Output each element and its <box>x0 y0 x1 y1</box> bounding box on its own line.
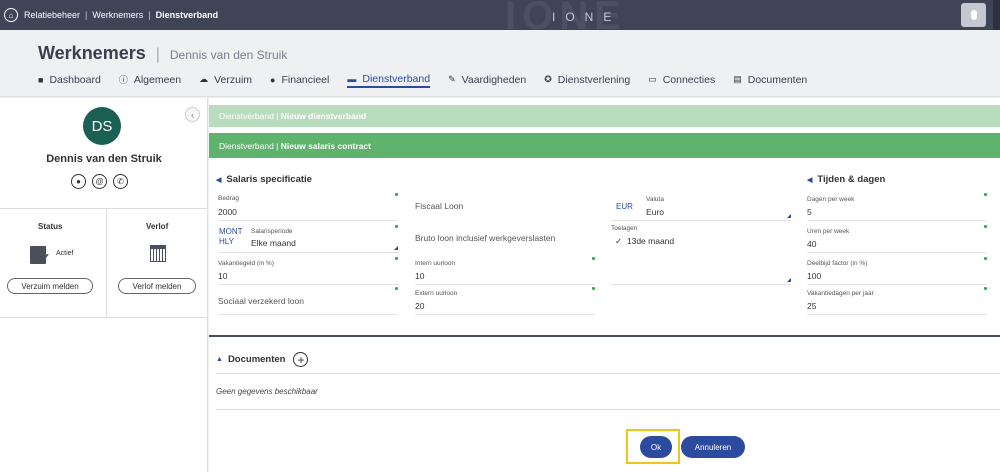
required-indicator <box>984 225 987 228</box>
tab-financieel[interactable]: ● Financieel <box>270 71 329 88</box>
tab-algemeen[interactable]: ⓘ Algemeen <box>119 71 181 88</box>
collapse-arrow-icon: ◀ <box>807 177 813 184</box>
fiscal-wage-field[interactable]: Fiscaal Loon <box>415 193 595 221</box>
salary-period-field[interactable]: MONT HLY Salarisperiode Elke maand <box>218 225 398 253</box>
tab-connecties[interactable]: ▭ Connecties <box>648 71 715 88</box>
vacation-days-field[interactable]: Vakantiedagen per jaar 25 <box>807 287 987 315</box>
empty-state-text: Geen gegevens beschikbaar <box>216 387 318 396</box>
breadcrumb-separator: | <box>85 10 88 20</box>
page-title: Werknemers <box>38 43 146 63</box>
divider <box>106 209 107 317</box>
add-document-icon[interactable]: + <box>293 352 309 367</box>
status-document-icon <box>30 246 51 267</box>
documents-icon: ▤ <box>733 74 742 84</box>
external-hourly-wage-field[interactable]: Extern uurloon 20 <box>415 287 595 315</box>
microphone-button[interactable] <box>961 3 986 27</box>
divider <box>216 373 1000 374</box>
check-icon: ✓ <box>615 236 623 246</box>
dropdown-indicator-icon <box>787 214 791 218</box>
documents-section-title[interactable]: ▲ Documenten + <box>216 352 309 367</box>
divider <box>0 208 208 209</box>
breadcrumb-separator: | <box>148 10 151 20</box>
briefcase-icon: ▬ <box>347 73 357 84</box>
allowance-item[interactable]: ✓ 13de maand <box>615 236 674 247</box>
required-indicator <box>395 257 398 260</box>
required-indicator <box>395 225 398 228</box>
internal-hourly-wage-field[interactable]: Intern uurloon 10 <box>415 257 595 285</box>
section-bar-salary-contract[interactable]: Dienstverband | Nieuw salaris contract <box>209 133 1000 158</box>
gross-wage-field[interactable]: Bruto loon inclusief werkgeverslasten <box>415 225 595 253</box>
phone-icon[interactable]: ✆ <box>113 174 128 189</box>
section-bar-dienstverband[interactable]: Dienstverband | Nieuw dienstverband <box>209 105 1000 127</box>
tab-dienstverlening[interactable]: ✪ Dienstverlening <box>544 71 630 88</box>
section-divider <box>209 335 1000 337</box>
tab-vaardigheden[interactable]: ✎ Vaardigheden <box>448 71 526 88</box>
required-indicator <box>984 193 987 196</box>
main-content: Dienstverband | Nieuw dienstverband Dien… <box>209 98 1000 472</box>
top-bar: ⌂ Relatiebeheer | Werknemers | Dienstver… <box>0 0 1000 38</box>
hours-per-week-field[interactable]: Uren per week 40 <box>807 225 987 253</box>
collapse-arrow-icon: ▲ <box>216 356 223 363</box>
amount-field[interactable]: Bedrag 2000 <box>218 193 398 221</box>
finance-icon: ● <box>270 74 276 85</box>
required-indicator <box>395 193 398 196</box>
salary-section-title[interactable]: ◀ Salaris specificatie <box>216 174 312 185</box>
home-icon[interactable]: ⌂ <box>4 8 18 22</box>
required-indicator <box>984 257 987 260</box>
service-icon: ✪ <box>544 74 552 84</box>
required-indicator <box>592 257 595 260</box>
divider <box>0 317 208 318</box>
page-header: Werknemers | Dennis van den Struik ■ Dash… <box>0 30 1000 97</box>
tab-verzuim[interactable]: ☁ Verzuim <box>199 71 252 88</box>
topbar-edge <box>993 0 1000 30</box>
title-row: Werknemers | Dennis van den Struik <box>38 43 287 64</box>
dropdown-indicator-icon <box>394 246 398 250</box>
sick-icon: ☁ <box>199 74 209 84</box>
contact-icons: ● @ ✆ <box>71 174 128 189</box>
report-sick-button[interactable]: Verzuim melden <box>7 278 93 294</box>
info-icon: ⓘ <box>118 75 128 85</box>
tab-documenten[interactable]: ▤ Documenten <box>733 71 807 88</box>
avatar: DS <box>83 107 121 145</box>
status-value: Actief <box>56 250 74 257</box>
location-icon[interactable]: ● <box>71 174 86 189</box>
tab-bar: ■ Dashboard ⓘ Algemeen ☁ Verzuim ● Financiee… <box>38 71 825 88</box>
microphone-icon <box>970 10 977 20</box>
holiday-pay-field[interactable]: Vakantiegeld (in %) 10 <box>218 257 398 285</box>
ok-button[interactable]: Ok <box>640 436 672 458</box>
report-leave-button[interactable]: Verlof melden <box>118 278 196 294</box>
calendar-icon <box>150 245 166 262</box>
status-title: Status <box>38 222 63 231</box>
tab-dienstverband[interactable]: ▬ Dienstverband <box>347 71 431 88</box>
dropdown-indicator-icon <box>787 278 791 282</box>
skills-icon: ✎ <box>448 74 456 84</box>
breadcrumb-dienstverband: Dienstverband <box>155 10 219 20</box>
currency-field[interactable]: EUR Valuta Euro <box>611 193 791 221</box>
time-section-title[interactable]: ◀ Tijden & dagen <box>807 174 885 185</box>
allowances-field[interactable]: Toelagen ✓ 13de maand <box>611 225 791 285</box>
employee-name: Dennis van den Struik <box>46 153 162 165</box>
collapse-arrow-icon: ◀ <box>216 177 222 184</box>
cancel-button[interactable]: Annuleren <box>681 436 745 458</box>
part-time-factor-field[interactable]: Deelbijd factor (in %) 100 <box>807 257 987 285</box>
leave-title: Verlof <box>146 222 169 231</box>
required-indicator <box>592 287 595 290</box>
divider <box>216 409 1000 410</box>
breadcrumb-relatiebeheer[interactable]: Relatiebeheer <box>24 10 80 20</box>
title-separator: | <box>155 46 160 63</box>
tab-dashboard[interactable]: ■ Dashboard <box>38 71 101 88</box>
page-subtitle: Dennis van den Struik <box>169 48 288 62</box>
collapse-sidebar-button[interactable]: ‹ <box>185 107 200 122</box>
employee-sidebar: ‹ DS Dennis van den Struik ● @ ✆ Status … <box>0 98 208 472</box>
breadcrumb-werknemers[interactable]: Werknemers <box>92 10 143 20</box>
required-indicator <box>395 287 398 290</box>
email-icon[interactable]: @ <box>92 174 107 189</box>
dashboard-icon: ■ <box>38 74 44 85</box>
connections-icon: ▭ <box>648 74 657 84</box>
social-insured-wage-field[interactable]: Sociaal verzekerd loon <box>218 287 398 315</box>
required-indicator <box>984 287 987 290</box>
days-per-week-field[interactable]: Dagen per week 5 <box>807 193 987 221</box>
